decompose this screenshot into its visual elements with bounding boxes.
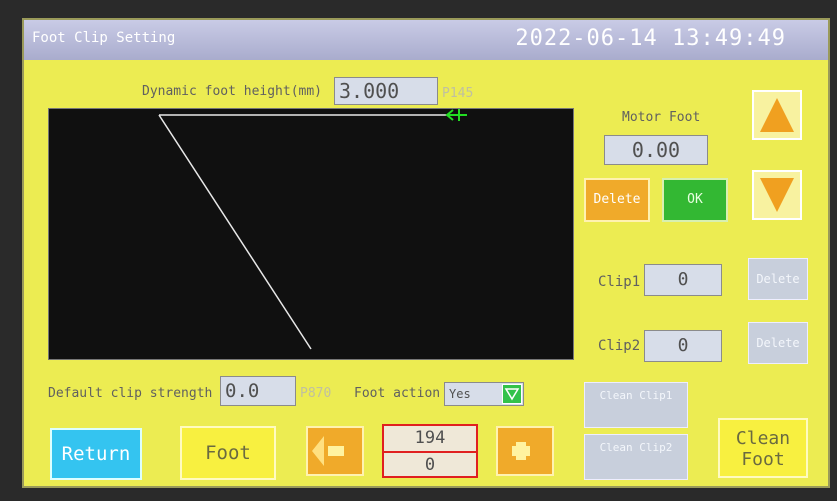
foot-action-dropdown[interactable] — [502, 384, 522, 404]
motor-foot-value[interactable]: 0.00 — [604, 135, 708, 165]
clip1-value[interactable]: 0 — [644, 264, 722, 296]
clean-foot-button[interactable]: Clean Foot — [718, 418, 808, 478]
pattern-diagonal-line — [158, 114, 312, 350]
dynamic-foot-label: Dynamic foot height(mm) — [142, 84, 323, 99]
counter-current: 194 — [384, 426, 476, 453]
title-bar: Foot Clip Setting 2022-06-14 13:49:49 — [24, 20, 828, 60]
down-arrow-icon — [760, 178, 794, 212]
right-arrow-icon — [512, 442, 530, 460]
delete-button[interactable]: Delete — [584, 178, 650, 222]
pattern-drawing — [158, 109, 467, 350]
return-button[interactable]: Return — [50, 428, 142, 480]
machine-screen: Foot Clip Setting 2022-06-14 13:49:49 Dy… — [22, 18, 830, 488]
datetime: 2022-06-14 13:49:49 — [515, 26, 786, 51]
down-button[interactable] — [752, 170, 802, 220]
foot-button[interactable]: Foot — [180, 426, 276, 480]
window-title: Foot Clip Setting — [32, 30, 176, 46]
default-clip-input[interactable]: 0.0 — [220, 376, 296, 406]
dropdown-icon — [504, 388, 520, 401]
up-button[interactable] — [752, 90, 802, 140]
clip2-value[interactable]: 0 — [644, 330, 722, 362]
up-arrow-icon — [760, 98, 794, 132]
clip2-label: Clip2 — [598, 338, 641, 354]
clip1-label: Clip1 — [598, 274, 641, 290]
clean-clip1-button[interactable]: Clean Clip1 — [584, 382, 688, 428]
left-arrow-icon — [312, 436, 344, 466]
ok-button[interactable]: OK — [662, 178, 728, 222]
stitch-counter: 194 0 — [382, 424, 478, 478]
prev-button[interactable] — [306, 426, 364, 476]
counter-total: 0 — [424, 455, 436, 475]
stitch-pattern-canvas[interactable] — [48, 108, 574, 360]
dynamic-foot-input[interactable]: 3.000 — [334, 77, 438, 105]
clip2-delete-button[interactable]: Delete — [748, 322, 808, 364]
default-clip-param: P870 — [300, 386, 332, 401]
foot-action-label: Foot action — [354, 386, 441, 401]
clean-clip2-button[interactable]: Clean Clip2 — [584, 434, 688, 480]
needle-cursor-icon — [445, 109, 467, 121]
clip1-delete-button[interactable]: Delete — [748, 258, 808, 300]
motor-foot-label: Motor Foot — [622, 110, 701, 125]
dynamic-foot-param: P145 — [442, 86, 474, 101]
next-button[interactable] — [496, 426, 554, 476]
default-clip-label: Default clip strength — [48, 386, 213, 401]
